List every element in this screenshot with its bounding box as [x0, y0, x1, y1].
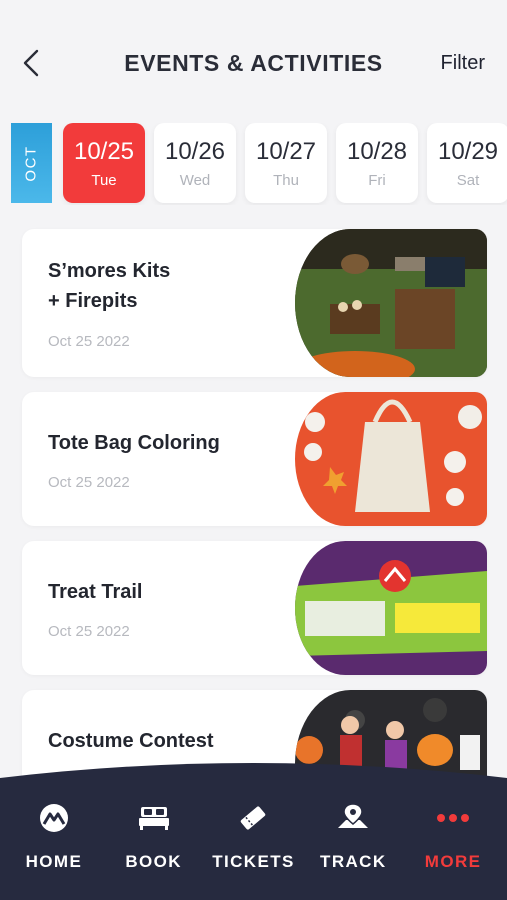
event-image	[295, 392, 487, 526]
month-label: OCT	[11, 123, 52, 203]
filter-button[interactable]: Filter	[441, 52, 485, 75]
event-title: S’mores Kits + Firepits	[48, 256, 298, 316]
date-number: 10/29	[437, 137, 499, 165]
event-title: Tote Bag Coloring	[48, 432, 220, 454]
event-date: Oct 25 2022	[48, 623, 130, 640]
date-weekday: Fri	[368, 171, 386, 189]
nav-home[interactable]: HOME	[6, 800, 102, 900]
event-card-treat-trail[interactable]: Treat Trail Oct 25 2022	[22, 541, 487, 675]
date-tab-1026[interactable]: 10/26 Wed	[154, 123, 236, 203]
ticket-icon	[237, 800, 269, 836]
nav-book[interactable]: BOOK	[106, 800, 202, 900]
date-weekday: Wed	[179, 171, 211, 189]
event-title-line2: + Firepits	[48, 290, 138, 312]
nav-label: BOOK	[125, 852, 182, 871]
nav-tickets[interactable]: TICKETS	[205, 800, 301, 900]
date-weekday: Tue	[91, 171, 117, 189]
event-image	[295, 229, 487, 377]
page-title: EVENTS & ACTIVITIES	[124, 50, 383, 76]
event-card-tote-bag[interactable]: Tote Bag Coloring Oct 25 2022	[22, 392, 487, 526]
month-text: OCT	[22, 144, 40, 182]
mountain-logo-icon	[39, 800, 69, 836]
nav-track[interactable]: TRACK	[305, 800, 401, 900]
event-title-line1: S’mores Kits	[48, 260, 171, 282]
nav-more[interactable]: MORE	[405, 800, 501, 900]
event-date: Oct 25 2022	[48, 333, 130, 350]
date-number: 10/27	[255, 137, 317, 165]
event-title: Treat Trail	[48, 581, 143, 603]
header: EVENTS & ACTIVITIES Filter	[0, 0, 507, 110]
date-tab-1028[interactable]: 10/28 Fri	[336, 123, 418, 203]
nav-label: TRACK	[320, 852, 387, 871]
bottom-nav: HOME BOOK TICKETS TRACK MORE	[0, 760, 507, 900]
date-tab-1027[interactable]: 10/27 Thu	[245, 123, 327, 203]
map-pin-icon	[336, 800, 370, 836]
nav-label: MORE	[424, 852, 482, 871]
event-title: Costume Contest	[48, 730, 214, 752]
event-image	[295, 541, 487, 675]
nav-label: HOME	[25, 852, 83, 871]
event-card-smores[interactable]: S’mores Kits + Firepits Oct 25 2022	[22, 229, 487, 377]
more-dots-icon	[436, 800, 470, 836]
bed-icon	[138, 800, 170, 836]
nav-label: TICKETS	[212, 852, 295, 871]
date-tab-1025[interactable]: 10/25 Tue	[63, 123, 145, 203]
date-number: 10/26	[164, 137, 226, 165]
event-date: Oct 25 2022	[48, 474, 130, 491]
date-number: 10/25	[73, 137, 135, 165]
date-weekday: Thu	[273, 171, 299, 189]
date-tab-1029[interactable]: 10/29 Sat	[427, 123, 507, 203]
date-strip: OCT 10/25 Tue 10/26 Wed 10/27 Thu 10/28 …	[11, 123, 507, 205]
date-weekday: Sat	[456, 171, 480, 189]
date-number: 10/28	[346, 137, 408, 165]
